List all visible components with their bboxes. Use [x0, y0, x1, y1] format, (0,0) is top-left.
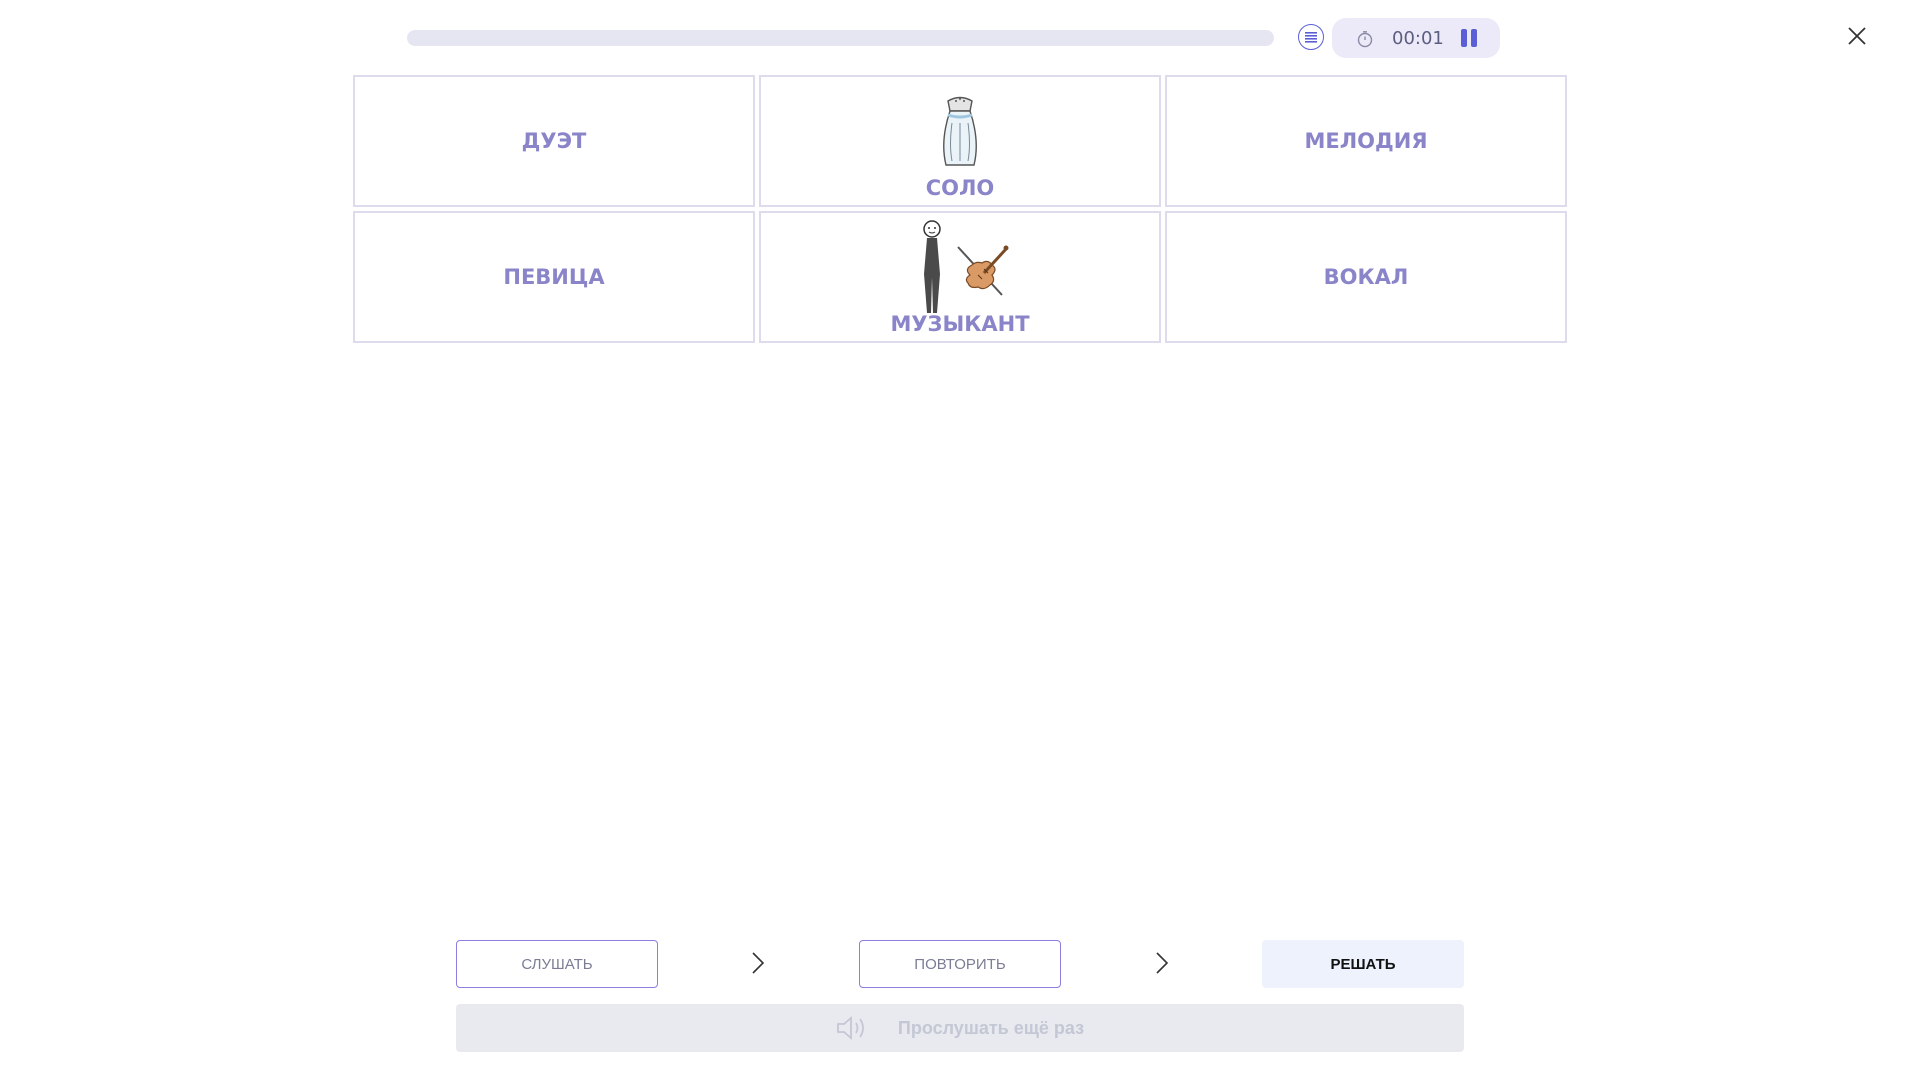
speaker-icon: [837, 1016, 864, 1040]
card-label: ДУЭТ: [521, 129, 587, 153]
close-icon[interactable]: [1846, 25, 1868, 47]
card-label: МУЗЫКАНТ: [890, 312, 1030, 336]
pause-button[interactable]: [1459, 29, 1479, 47]
card-label: ПЕВИЦА: [503, 265, 605, 289]
pause-icon: [1461, 29, 1467, 47]
solve-button[interactable]: РЕШАТЬ: [1262, 940, 1464, 988]
word-card[interactable]: ВОКАЛ: [1165, 211, 1567, 343]
list-icon: [1305, 32, 1317, 43]
replay-button[interactable]: Прослушать ещё раз: [456, 1004, 1464, 1052]
progress-bar: [407, 30, 1274, 46]
timer-display: 00:01: [1392, 28, 1444, 49]
word-card[interactable]: МЕЛОДИЯ: [1165, 75, 1567, 207]
card-label: ВОКАЛ: [1323, 265, 1409, 289]
word-card[interactable]: МУЗЫКАНТ: [759, 211, 1161, 343]
chevron-right-icon: [1156, 952, 1169, 974]
salt-shaker-icon: [943, 96, 977, 166]
violinist-icon: [923, 220, 1009, 313]
list-button[interactable]: [1298, 24, 1324, 50]
chevron-right-icon: [752, 952, 765, 974]
card-label: СОЛО: [925, 176, 995, 200]
word-card[interactable]: ДУЭТ: [353, 75, 755, 207]
repeat-button[interactable]: ПОВТОРИТЬ: [859, 940, 1061, 988]
timer-panel: 00:01: [1332, 18, 1500, 58]
card-label: МЕЛОДИЯ: [1304, 129, 1428, 153]
listen-button[interactable]: СЛУШАТЬ: [456, 940, 658, 988]
word-card[interactable]: ПЕВИЦА: [353, 211, 755, 343]
word-card-grid: ДУЭТ СОЛО МЕЛОДИЯ ПЕВИЦА МУЗЫКАНТ ВОКАЛ: [353, 75, 1567, 343]
stopwatch-icon: [1357, 31, 1373, 48]
word-card[interactable]: СОЛО: [759, 75, 1161, 207]
replay-label: Прослушать ещё раз: [897, 1017, 1085, 1038]
